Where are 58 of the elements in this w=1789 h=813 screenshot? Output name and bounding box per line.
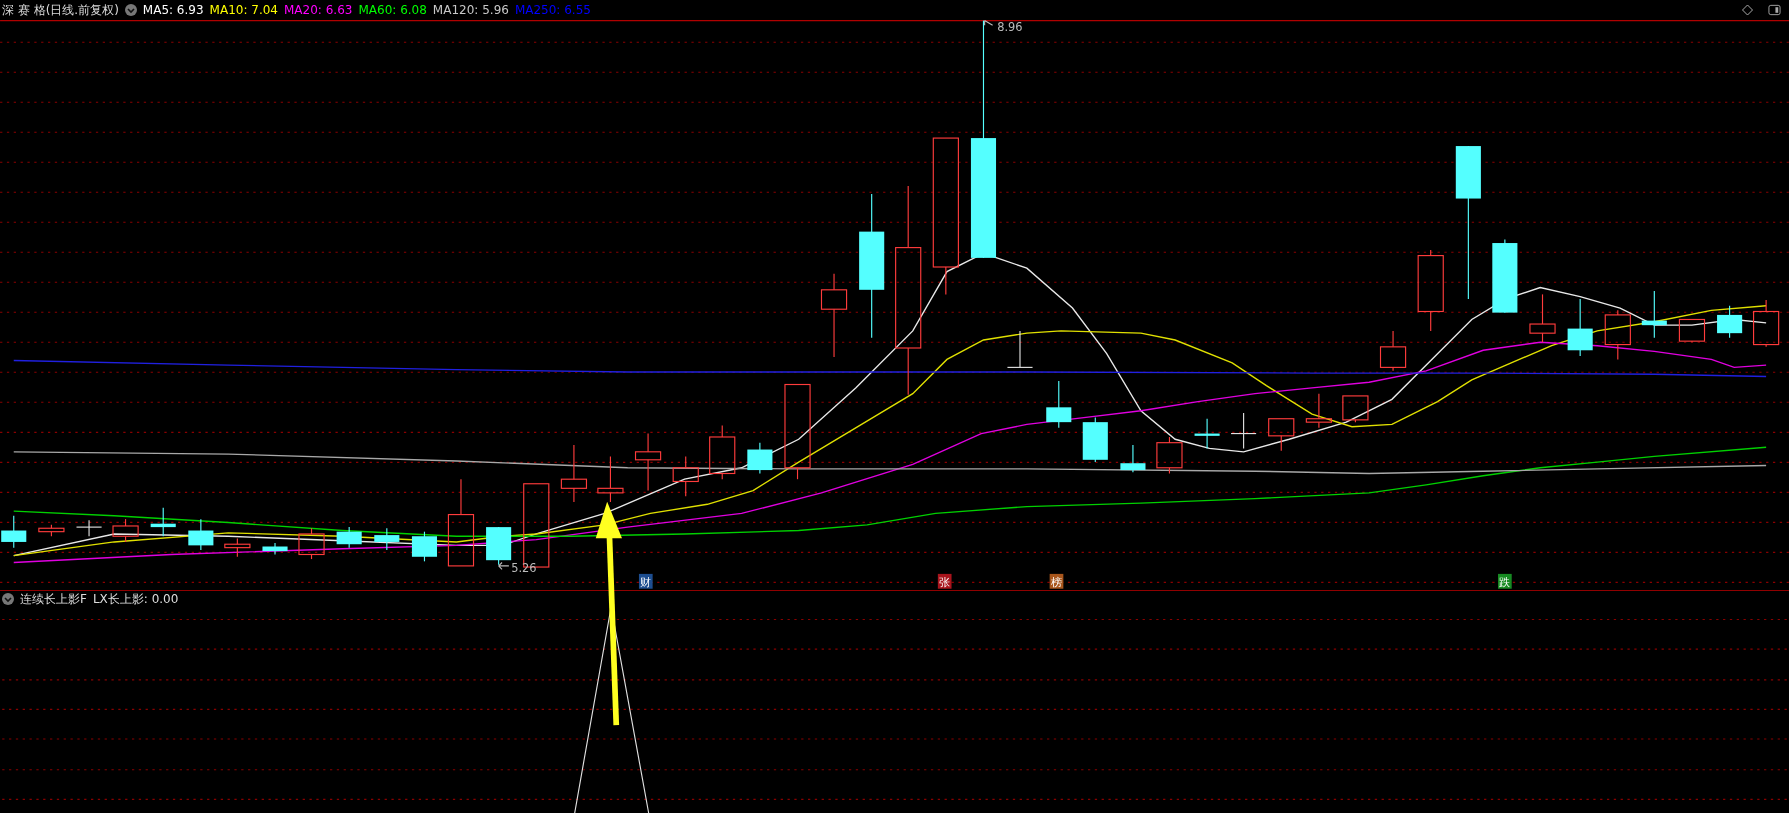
candlestick (1006, 330, 1034, 368)
candlestick (1268, 418, 1295, 452)
ma-value: MA5: 6.93 (142, 3, 204, 17)
leader-line (984, 20, 994, 26)
high-price-label: 8.96 (997, 20, 1023, 34)
candlestick (1342, 395, 1369, 423)
candlestick (597, 455, 624, 503)
candlestick (709, 425, 736, 480)
candlestick (112, 518, 139, 543)
stock-title: 深 赛 格(日线.前复权) (2, 1, 119, 19)
candlestick (1641, 290, 1667, 339)
candlestick (336, 526, 362, 549)
panel-toggle-icon[interactable] (1768, 4, 1781, 16)
ma-value: MA10: 7.04 (209, 3, 278, 17)
candlestick (634, 433, 662, 492)
candlestick (1046, 380, 1072, 429)
dropdown-icon[interactable] (124, 4, 137, 16)
candlestick (298, 527, 325, 560)
diamond-icon[interactable] (1741, 4, 1754, 16)
candlestick (150, 507, 176, 537)
candlestick (1230, 412, 1257, 449)
candlestick (560, 444, 588, 503)
candlestick (1194, 418, 1220, 449)
candlestick (1082, 417, 1108, 463)
signal-badge: 财 (638, 573, 653, 590)
candlestick (486, 526, 512, 566)
candlestick (1717, 305, 1743, 339)
indicator-value: LX长上影: 0.00 (92, 590, 179, 608)
candlestick (374, 527, 400, 551)
signal-badge: 跌 (1498, 573, 1512, 590)
low-price-label: 5.26 (511, 560, 537, 575)
ma-value: MA60: 6.08 (358, 3, 427, 17)
indicator-title: 连续长上影F (20, 590, 87, 608)
candlestick (38, 524, 65, 537)
candlestick (1305, 393, 1332, 429)
ma-value: MA250: 6.55 (514, 3, 591, 17)
candlestick (1529, 293, 1556, 343)
candlestick (1156, 436, 1183, 475)
candlestick (672, 455, 699, 497)
candlestick (1567, 298, 1593, 357)
candlestick (1604, 309, 1631, 360)
candlestick (1, 515, 27, 549)
candlestick (1120, 444, 1146, 473)
signal-badge: 榜 (1049, 573, 1064, 590)
ma-value: MA120: 5.96 (432, 3, 509, 17)
candlestick (1753, 299, 1780, 348)
dropdown-icon[interactable] (2, 593, 14, 605)
candlestick (262, 542, 288, 556)
candlestick (188, 518, 214, 551)
candlestick (224, 537, 251, 558)
leader-line (498, 561, 510, 570)
candlestick (75, 519, 103, 537)
candlestick (747, 442, 773, 475)
signal-badge: 张 (937, 573, 952, 590)
candlestick (411, 531, 437, 562)
ma-value: MA20: 6.63 (284, 3, 353, 17)
candlestick (1678, 318, 1706, 343)
candlestick (1379, 330, 1407, 372)
